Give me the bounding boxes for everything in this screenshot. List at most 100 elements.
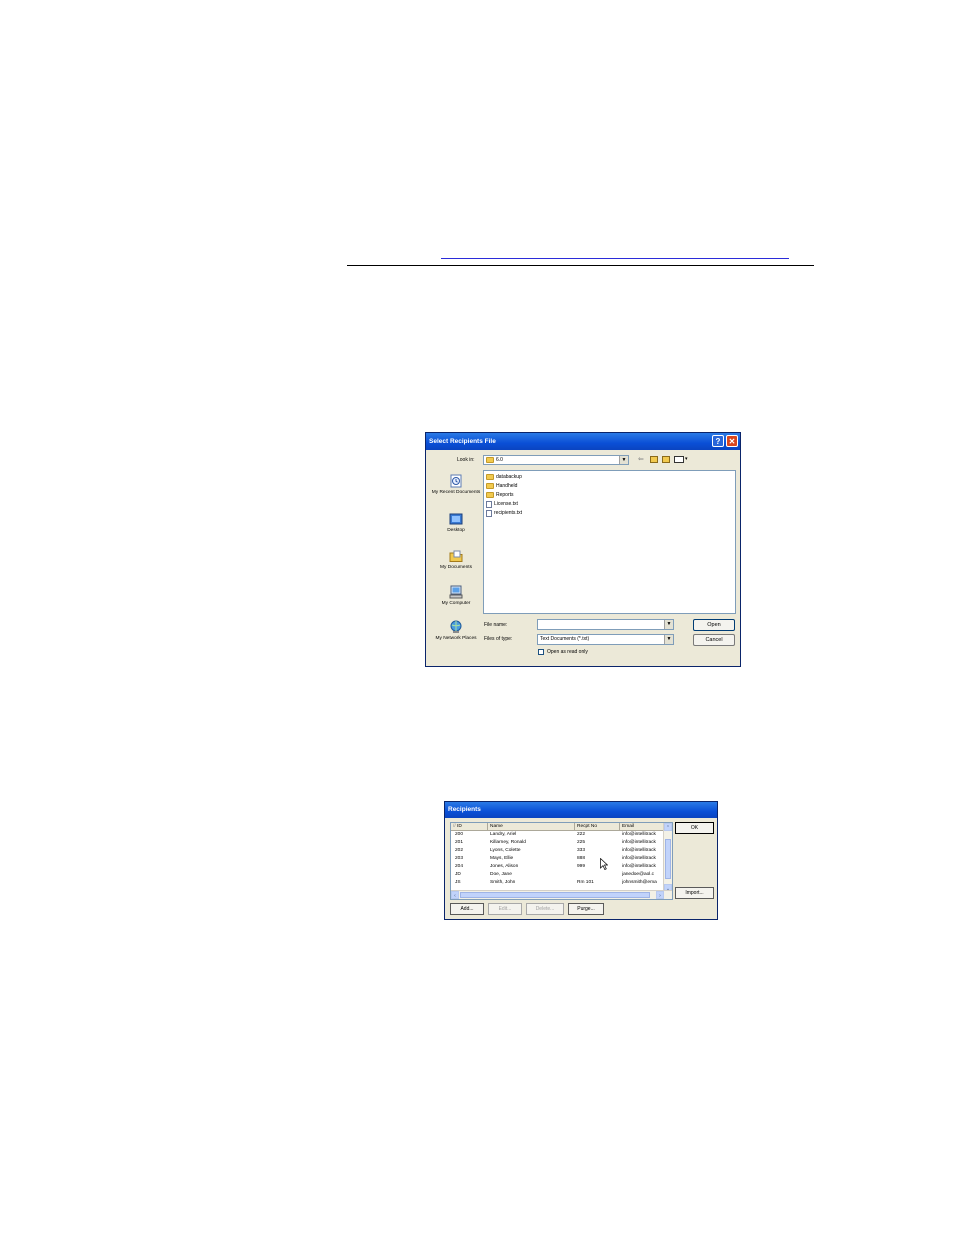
desktop-icon	[449, 513, 463, 525]
read-only-label: Open as read only	[547, 649, 588, 655]
delete-button[interactable]: Delete...	[526, 903, 564, 915]
folder-icon	[486, 456, 494, 463]
header-rule	[347, 265, 814, 266]
dialog-title: Select Recipients File	[429, 438, 496, 445]
place-label: My Computer	[441, 601, 471, 606]
chevron-down-icon[interactable]: ▼	[619, 456, 628, 464]
chevron-down-icon[interactable]: ▼	[664, 635, 673, 644]
place-label: Desktop	[447, 528, 465, 533]
column-header-name[interactable]: Name	[488, 823, 575, 831]
text-file-icon	[486, 500, 492, 508]
look-in-combo[interactable]: 6.0 ▼	[483, 455, 629, 465]
table-cell: Rm 101	[577, 880, 594, 885]
list-item[interactable]: Reports	[486, 491, 514, 499]
text-file-icon	[486, 509, 492, 517]
scroll-thumb[interactable]	[460, 892, 650, 898]
add-button[interactable]: Add...	[450, 903, 484, 915]
files-of-type-label: Files of type:	[484, 636, 513, 642]
table-cell: 203	[455, 856, 464, 861]
close-icon[interactable]: ✕	[726, 435, 738, 447]
column-label: Email	[622, 824, 634, 829]
dialog-titlebar: Select Recipients File ? ✕	[426, 433, 740, 450]
column-header-recpt-no[interactable]: Recpt No	[575, 823, 620, 831]
folder-icon	[486, 483, 494, 489]
scroll-right-icon[interactable]: ›	[656, 891, 664, 899]
list-item[interactable]: Handheld	[486, 482, 517, 490]
table-cell	[577, 871, 620, 879]
table-cell: info@intellitrack	[622, 856, 656, 861]
file-name-field[interactable]: ▼	[537, 619, 674, 630]
table-cell: JD	[455, 872, 461, 877]
scroll-left-icon[interactable]: ‹	[451, 891, 459, 899]
open-button[interactable]: Open	[693, 619, 735, 631]
table-cell: 888	[577, 856, 586, 861]
places-bar: My Recent Documents Desktop My Documents…	[430, 470, 482, 655]
table-cell: janedoe@aol.c	[622, 872, 655, 877]
horizontal-scrollbar[interactable]: ‹ ›	[451, 890, 672, 899]
table-cell: 200	[455, 832, 464, 837]
back-icon[interactable]: ⇐	[638, 455, 644, 463]
recent-documents-icon	[450, 474, 462, 488]
list-item[interactable]: recipients.txt	[486, 509, 522, 517]
chevron-down-icon[interactable]: ▾	[685, 456, 688, 462]
purge-button[interactable]: Purge...	[568, 903, 604, 915]
column-header-email[interactable]: Email	[620, 823, 665, 831]
file-name: Handheld	[496, 483, 518, 489]
table-cell: 202	[455, 848, 464, 853]
file-name: recipients.txt	[494, 510, 523, 516]
folder-icon	[486, 492, 494, 498]
new-folder-icon[interactable]	[662, 456, 670, 463]
vertical-scrollbar[interactable]: ⌃ ⌄	[663, 823, 672, 892]
place-network-places[interactable]: My Network Places	[430, 620, 482, 642]
chevron-down-icon[interactable]: ▼	[664, 620, 673, 629]
column-header-id[interactable]: // ID	[451, 823, 488, 831]
table-cell: 225	[577, 840, 586, 845]
place-desktop[interactable]: Desktop	[430, 512, 482, 534]
edit-button[interactable]: Edit...	[488, 903, 522, 915]
cancel-button[interactable]: Cancel	[693, 634, 735, 646]
my-documents-icon	[449, 550, 463, 562]
table-cell: 204	[455, 864, 464, 869]
file-name: Reports	[496, 492, 514, 498]
dialog-title: Recipients	[448, 806, 481, 813]
my-computer-icon	[449, 585, 463, 599]
table-cell: 222	[577, 832, 586, 837]
column-label: Recpt No	[577, 824, 597, 829]
view-menu-icon[interactable]	[674, 456, 684, 463]
table-cell: info@intellitrack	[622, 864, 656, 869]
read-only-checkbox[interactable]	[538, 649, 544, 655]
list-item[interactable]: databackup	[486, 473, 522, 481]
scroll-thumb[interactable]	[665, 839, 671, 879]
files-of-type-select[interactable]: Text Documents (*.txt) ▼	[537, 634, 674, 645]
select-recipients-file-dialog: Select Recipients File ? ✕ Look in: 6.0 …	[425, 432, 741, 667]
scroll-up-icon[interactable]: ⌃	[664, 823, 672, 831]
list-item[interactable]: License.txt	[486, 500, 518, 508]
ok-button[interactable]: OK	[675, 822, 714, 834]
files-of-type-value: Text Documents (*.txt)	[540, 636, 590, 642]
table-cell: JS	[455, 880, 461, 885]
up-folder-icon[interactable]	[650, 456, 658, 463]
table-cell: 999	[577, 864, 586, 869]
recipients-table[interactable]: // ID Name Recpt No Email 200 Landry, Ari…	[450, 822, 673, 900]
table-cell: 201	[455, 840, 464, 845]
help-icon[interactable]: ?	[712, 435, 724, 447]
table-cell: Landry, Ariel	[490, 832, 517, 837]
table-cell: 333	[577, 848, 586, 853]
import-button[interactable]: Import...	[675, 887, 714, 899]
look-in-label: Look in:	[457, 457, 475, 463]
place-my-computer[interactable]: My Computer	[430, 585, 482, 607]
folder-icon	[486, 474, 494, 480]
column-label: Name	[490, 824, 503, 829]
place-recent-documents[interactable]: My Recent Documents	[430, 474, 482, 496]
place-my-documents[interactable]: My Documents	[430, 549, 482, 571]
file-list[interactable]: databackup Handheld Reports License.txt …	[483, 470, 736, 614]
table-cell: Smith, John	[490, 880, 516, 885]
look-in-value: 6.0	[496, 457, 503, 463]
place-label: My Recent Documents	[431, 490, 481, 495]
table-cell: Lyons, Colette	[490, 848, 521, 853]
table-cell: Mays, Ellie	[490, 856, 514, 861]
table-cell: Doe, Jane	[490, 872, 512, 877]
place-label: My Network Places	[435, 636, 477, 641]
mouse-pointer-icon	[600, 858, 608, 870]
table-cell: info@intellitrack	[622, 848, 656, 853]
